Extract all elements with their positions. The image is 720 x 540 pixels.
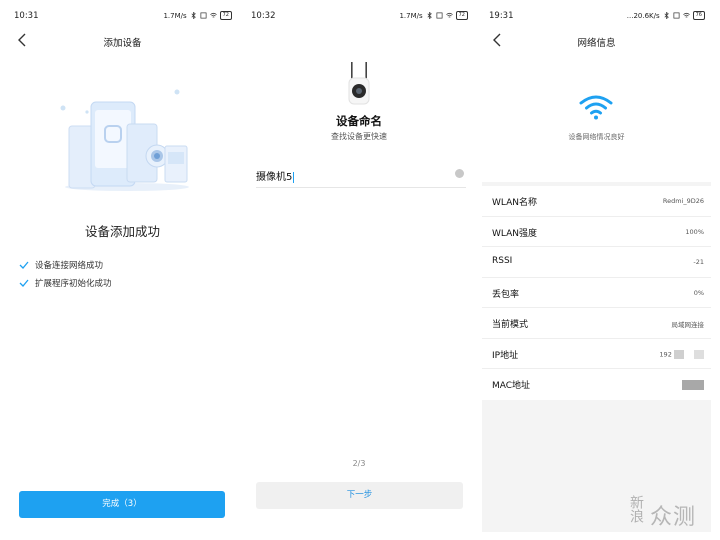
info-row: IP地址 192 bbox=[482, 339, 711, 369]
checkmark-icon bbox=[19, 279, 29, 287]
info-row: 当前模式 局域网连接 bbox=[482, 308, 711, 339]
network-speed: 1.7M/s bbox=[399, 11, 423, 20]
clear-input-icon[interactable] bbox=[455, 169, 464, 178]
redacted-block bbox=[673, 349, 684, 359]
signal-status-text: 设备网络情况良好 bbox=[568, 133, 625, 141]
sim-icon bbox=[436, 12, 443, 19]
status-time: 19:31 bbox=[489, 11, 514, 21]
wifi-signal-icon bbox=[579, 95, 613, 120]
info-key: 丢包率 bbox=[492, 289, 520, 300]
check-label: 设备连接网络成功 bbox=[35, 261, 104, 271]
battery-icon: 72 bbox=[219, 11, 232, 20]
device-naming-screen: 10:32 1.7M/s 72 设备命名 查找设备更快速 摄像机5 2/3 下一… bbox=[244, 0, 474, 532]
status-bar: 19:31 ...20.6K/s 76 bbox=[482, 9, 711, 25]
done-button[interactable]: 完成（3） bbox=[19, 491, 225, 518]
network-info-screen: 19:31 ...20.6K/s 76 网络信息 设备网络情况良好 WLAN名称… bbox=[482, 0, 711, 532]
info-key: WLAN名称 bbox=[492, 198, 538, 208]
page-title: 添加设备 bbox=[103, 38, 142, 49]
status-indicators: 1.7M/s 72 bbox=[163, 11, 232, 20]
info-row: WLAN名称 Redmi_9D26 bbox=[482, 186, 711, 217]
sim-icon bbox=[200, 12, 207, 19]
info-row: MAC地址 bbox=[482, 369, 711, 400]
redacted-block bbox=[682, 380, 704, 390]
page-title: 网络信息 bbox=[577, 38, 616, 49]
info-value: 局域网连接 bbox=[671, 321, 705, 329]
check-label: 扩展程序初始化成功 bbox=[35, 279, 112, 289]
checkmark-icon bbox=[19, 261, 29, 269]
naming-title: 设备命名 bbox=[336, 114, 382, 128]
success-heading: 设备添加成功 bbox=[84, 224, 160, 239]
info-value: 0% bbox=[693, 288, 704, 297]
bluetooth-icon bbox=[427, 12, 432, 19]
status-time: 10:32 bbox=[251, 11, 276, 21]
redacted-block bbox=[694, 349, 704, 359]
battery-icon: 72 bbox=[455, 11, 468, 20]
top-bar: 网络信息 bbox=[482, 28, 711, 54]
info-value: Redmi_9D26 bbox=[662, 197, 704, 205]
device-name-input[interactable]: 摄像机5 bbox=[256, 166, 466, 188]
status-time: 10:31 bbox=[14, 11, 39, 21]
sim-icon bbox=[673, 12, 680, 19]
naming-subtitle: 查找设备更快速 bbox=[331, 132, 387, 141]
info-value: 192 bbox=[659, 349, 704, 359]
info-value: -21 bbox=[693, 258, 704, 266]
wifi-icon bbox=[682, 12, 690, 18]
battery-icon: 76 bbox=[692, 11, 705, 20]
info-key: IP地址 bbox=[492, 350, 519, 361]
network-speed: 1.7M/s bbox=[163, 11, 187, 20]
status-bar: 10:31 1.7M/s 72 bbox=[7, 9, 238, 25]
text-caret bbox=[293, 171, 295, 183]
check-item: 扩展程序初始化成功 bbox=[19, 277, 112, 289]
status-indicators: ...20.6K/s 76 bbox=[627, 11, 705, 20]
bluetooth-icon bbox=[664, 12, 669, 19]
info-value bbox=[682, 380, 704, 390]
add-device-screen: 10:31 1.7M/s 72 添加设备 设备添加成功 设备连接网络成功 扩展程… bbox=[7, 0, 238, 532]
wifi-icon bbox=[445, 12, 453, 18]
network-speed: ...20.6K/s bbox=[626, 11, 660, 20]
wifi-icon bbox=[209, 12, 217, 18]
bluetooth-icon bbox=[191, 12, 196, 19]
status-indicators: 1.7M/s 72 bbox=[399, 11, 468, 20]
network-info-list: WLAN名称 Redmi_9D26 WLAN强度 100% RSSI -21 丢… bbox=[482, 186, 711, 400]
device-illustration bbox=[60, 89, 189, 191]
top-bar: 添加设备 bbox=[7, 28, 238, 54]
camera-icon bbox=[348, 62, 370, 105]
info-row: RSSI -21 bbox=[482, 247, 711, 278]
check-item: 设备连接网络成功 bbox=[19, 259, 103, 271]
info-key: RSSI bbox=[492, 256, 513, 266]
screenshot-collage: 10:31 1.7M/s 72 添加设备 设备添加成功 设备连接网络成功 扩展程… bbox=[0, 0, 720, 540]
step-indicator: 2/3 bbox=[352, 459, 366, 468]
info-row: 丢包率 0% bbox=[482, 278, 711, 308]
device-name-value: 摄像机5 bbox=[256, 172, 293, 183]
network-header: 19:31 ...20.6K/s 76 网络信息 设备网络情况良好 bbox=[482, 0, 711, 182]
status-bar: 10:32 1.7M/s 72 bbox=[244, 9, 474, 25]
info-key: MAC地址 bbox=[492, 381, 531, 391]
info-key: WLAN强度 bbox=[492, 228, 538, 239]
info-key: 当前模式 bbox=[492, 320, 529, 330]
info-value: 100% bbox=[685, 227, 704, 236]
info-row: WLAN强度 100% bbox=[482, 217, 711, 247]
next-step-button[interactable]: 下一步 bbox=[256, 482, 463, 509]
